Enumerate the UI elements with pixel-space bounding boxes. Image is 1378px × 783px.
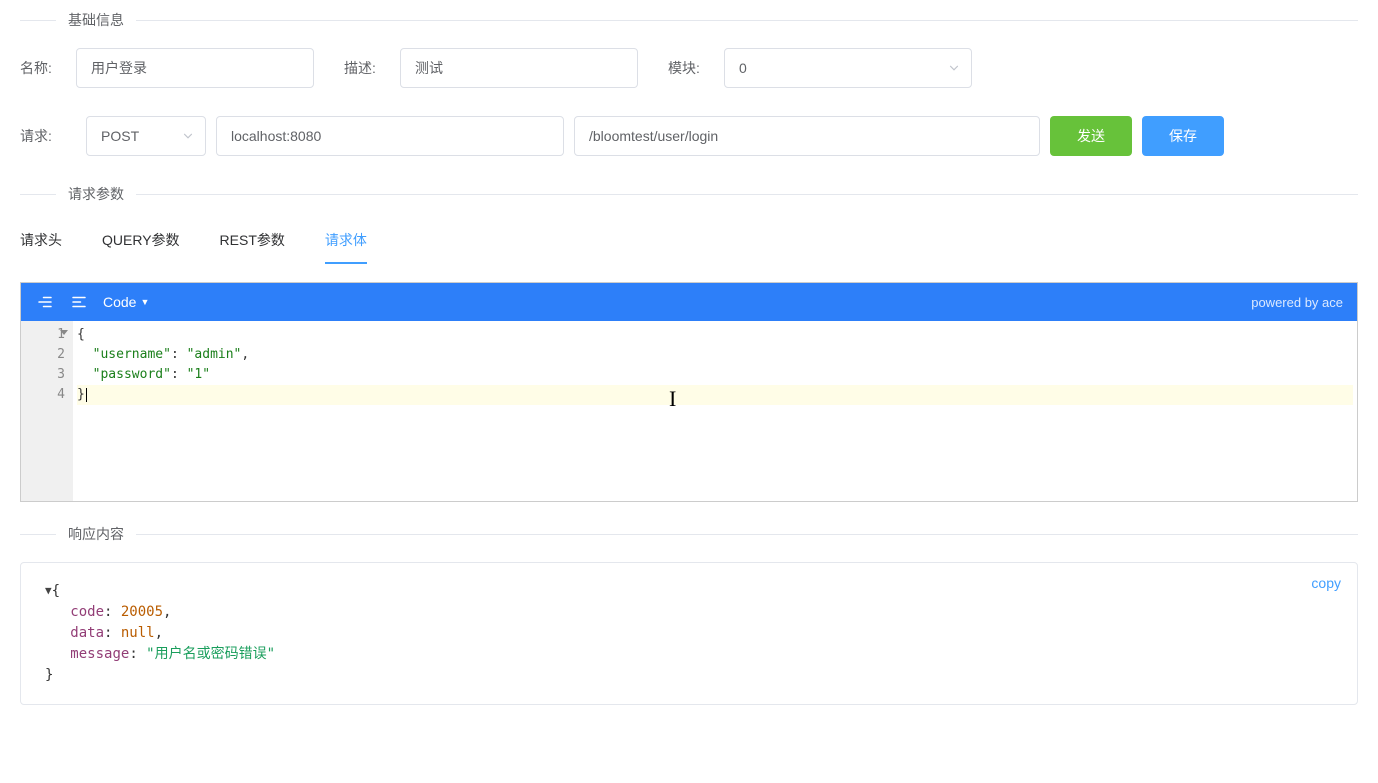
request-label: 请求: xyxy=(20,126,76,146)
section-request-params: 请求参数 xyxy=(20,184,1358,204)
tab-headers[interactable]: 请求头 xyxy=(20,222,62,264)
tab-rest[interactable]: REST参数 xyxy=(220,222,285,264)
module-select[interactable]: 0 xyxy=(724,48,972,88)
editor-body[interactable]: 1 2 3 4 { "username": "admin", "password… xyxy=(21,321,1357,501)
copy-button[interactable]: copy xyxy=(1311,573,1341,594)
tab-query[interactable]: QUERY参数 xyxy=(102,222,180,264)
chevron-down-icon xyxy=(181,129,195,143)
send-button[interactable]: 发送 xyxy=(1050,116,1132,156)
module-label: 模块: xyxy=(668,58,724,78)
method-select[interactable]: POST xyxy=(86,116,206,156)
desc-label: 描述: xyxy=(344,58,400,78)
mode-label: Code xyxy=(103,294,136,310)
save-button[interactable]: 保存 xyxy=(1142,116,1224,156)
section-basic-info: 基础信息 xyxy=(20,10,1358,30)
collapse-toggle-icon[interactable]: ▼ xyxy=(45,583,52,600)
tab-body[interactable]: 请求体 xyxy=(325,222,367,264)
compact-icon[interactable] xyxy=(69,292,89,312)
dropdown-triangle-icon: ▼ xyxy=(140,297,149,307)
basic-info-row: 名称: 描述: 模块: 0 xyxy=(20,48,1358,88)
name-input[interactable] xyxy=(76,48,314,88)
path-input[interactable] xyxy=(574,116,1040,156)
powered-by: powered by ace xyxy=(1251,295,1343,310)
host-input[interactable] xyxy=(216,116,564,156)
method-value: POST xyxy=(101,128,139,144)
section-title-basic: 基础信息 xyxy=(56,10,136,30)
editor-gutter: 1 2 3 4 xyxy=(21,321,73,501)
editor-toolbar: Code ▼ powered by ace xyxy=(21,283,1357,321)
text-caret xyxy=(86,388,87,402)
code-area[interactable]: { "username": "admin", "password": "1" }… xyxy=(73,321,1357,501)
params-tabs: 请求头 QUERY参数 REST参数 请求体 xyxy=(20,222,1358,264)
module-value: 0 xyxy=(739,60,747,76)
response-box: copy ▼{ code: 20005, data: null, message… xyxy=(20,562,1358,705)
section-title-response: 响应内容 xyxy=(56,524,136,544)
json-editor: Code ▼ powered by ace 1 2 3 4 { "usernam… xyxy=(20,282,1358,502)
section-response: 响应内容 xyxy=(20,524,1358,544)
name-label: 名称: xyxy=(20,58,76,78)
fold-marker-icon[interactable] xyxy=(60,330,68,335)
desc-input[interactable] xyxy=(400,48,638,88)
mode-select[interactable]: Code ▼ xyxy=(103,294,149,310)
request-row: 请求: POST 发送 保存 xyxy=(20,116,1358,156)
format-icon[interactable] xyxy=(35,292,55,312)
chevron-down-icon xyxy=(947,61,961,75)
section-title-params: 请求参数 xyxy=(56,184,136,204)
